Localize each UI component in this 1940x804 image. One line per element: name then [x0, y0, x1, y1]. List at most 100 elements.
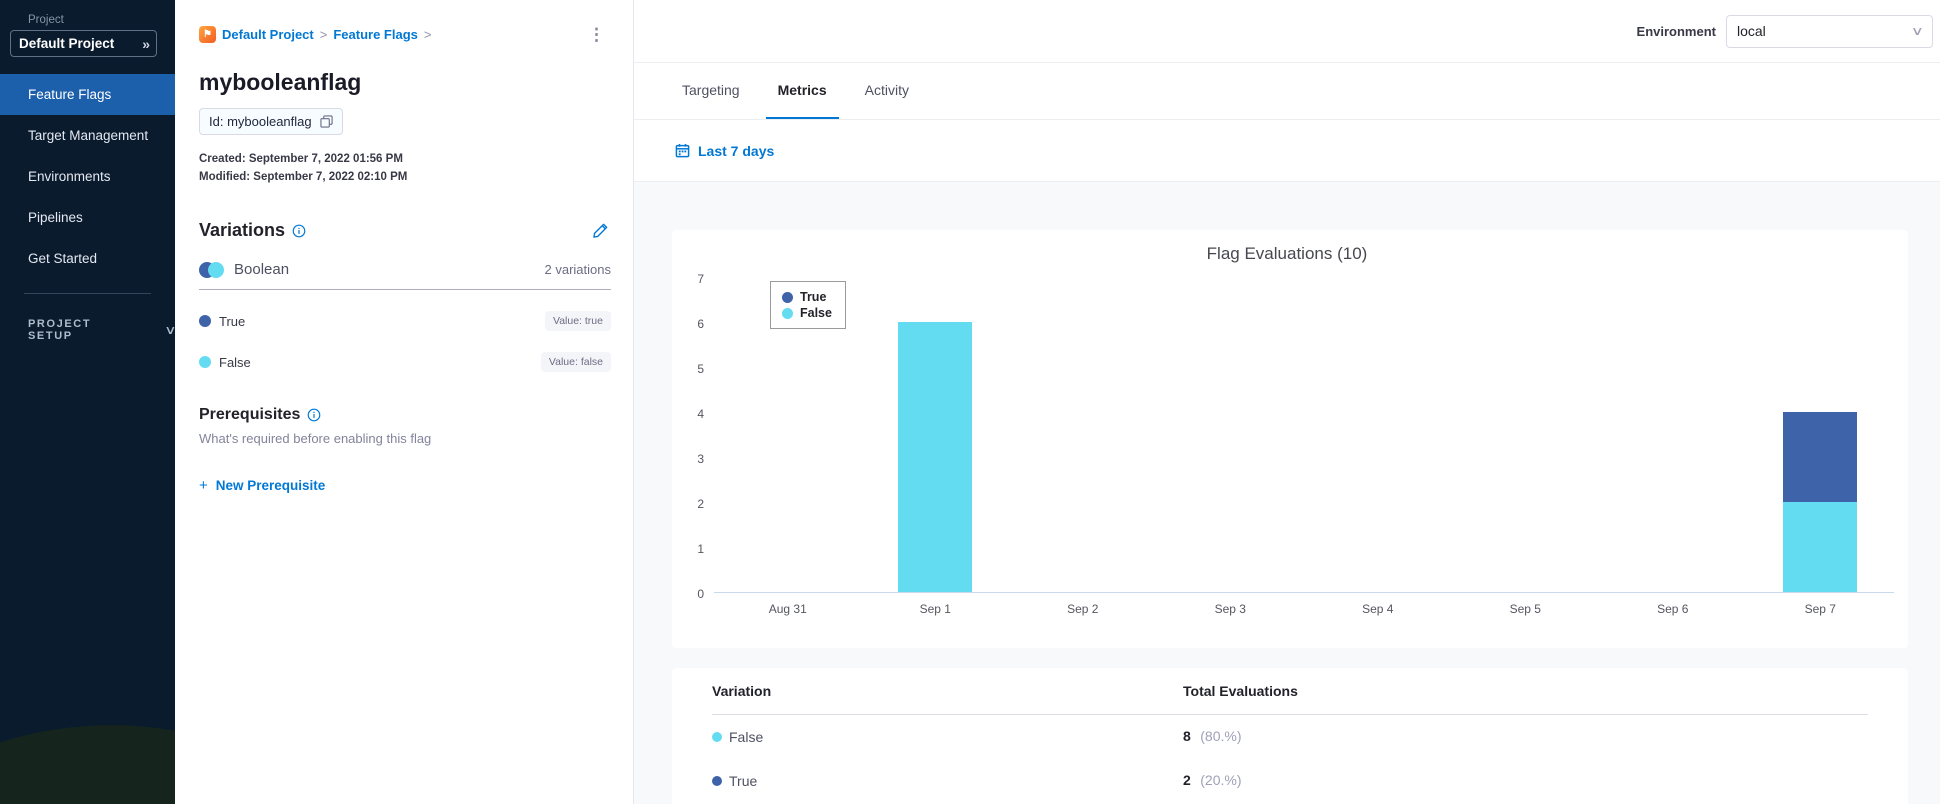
boolean-type-icon: [199, 261, 224, 278]
y-axis-labels: 0 1 2 3 4 5 6 7: [680, 272, 714, 601]
metrics-panel: Environment local ∨ Targeting Metrics Ac…: [634, 0, 1940, 804]
calendar-icon: [675, 143, 690, 158]
evaluation-percent: (20.%): [1200, 772, 1242, 788]
y-axis-tick: 3: [697, 452, 704, 466]
x-axis-labels: Aug 31 Sep 1 Sep 2 Sep 3 Sep 4 Sep 5 Sep 6 Sep …: [714, 593, 1894, 616]
environment-bar: Environment local ∨: [634, 0, 1940, 63]
variation-count: 2 variations: [544, 262, 611, 277]
flag-modified-date: Modified: September 7, 2022 02:10 PM: [199, 171, 408, 183]
legend-entry-false: False: [782, 305, 832, 321]
legend-label: True: [800, 290, 827, 304]
breadcrumb: ⚑ Default Project > Feature Flags >: [199, 26, 582, 43]
variations-heading: Variations: [199, 220, 306, 241]
x-axis-label: Sep 4: [1362, 602, 1394, 616]
x-axis-label: Sep 6: [1657, 602, 1689, 616]
project-setup-toggle[interactable]: PROJECT SETUP ∨: [28, 318, 175, 342]
sidebar-item-target-management[interactable]: Target Management: [0, 115, 175, 156]
variation-name: False: [219, 354, 251, 370]
prerequisites-description: What's required before enabling this fla…: [199, 431, 432, 446]
expand-icon: »: [142, 35, 150, 52]
bar-slot: [1452, 278, 1600, 592]
chart-title: Flag Evaluations (10): [1206, 244, 1368, 263]
info-icon[interactable]: [292, 224, 306, 238]
variations-divider: [199, 289, 611, 290]
legend-label: False: [800, 306, 832, 320]
variation-cell: False: [729, 729, 764, 745]
variation-value-badge: Value: false: [540, 352, 611, 372]
sidebar-item-get-started[interactable]: Get Started: [0, 238, 175, 279]
sidebar-item-environments[interactable]: Environments: [0, 156, 175, 197]
false-dot-icon: [712, 732, 722, 742]
variation-name: True: [219, 313, 246, 329]
variation-type-row: Boolean 2 variations: [199, 261, 611, 278]
feature-flags-module-icon: ⚑: [199, 26, 216, 43]
bar-slot: [862, 278, 1010, 592]
y-axis-tick: 2: [697, 497, 704, 511]
sidebar-item-pipelines[interactable]: Pipelines: [0, 197, 175, 238]
sidebar-nav: Feature Flags Target Management Environm…: [0, 74, 175, 279]
info-icon[interactable]: [307, 408, 321, 422]
variation-cell: True: [729, 773, 758, 789]
copy-icon[interactable]: [319, 115, 333, 128]
new-prerequisite-button[interactable]: + New Prerequisite: [199, 477, 325, 494]
x-axis-label: Sep 3: [1214, 602, 1246, 616]
chevron-down-icon: ∨: [164, 323, 175, 337]
bar-segment-false: [1783, 502, 1858, 592]
breadcrumb-feature-flags[interactable]: Feature Flags: [333, 27, 418, 42]
false-legend-dot-icon: [782, 307, 793, 319]
flag-detail-panel: ⚑ Default Project > Feature Flags > ⋮ my…: [175, 0, 634, 804]
kebab-menu-icon[interactable]: ⋮: [582, 24, 611, 45]
plus-icon: +: [199, 477, 208, 494]
table-row: False 8 (80.%): [712, 715, 1868, 759]
bar-slot: [1304, 278, 1452, 592]
breadcrumb-separator: >: [423, 27, 432, 42]
breadcrumb-default-project[interactable]: Default Project: [222, 27, 314, 42]
sidebar-item-feature-flags[interactable]: Feature Flags: [0, 74, 175, 115]
evaluations-table: Variation Total Evaluations False 8 (80.…: [672, 668, 1908, 804]
prerequisites-heading-text: Prerequisites: [199, 406, 301, 423]
bar-segment-true: [1783, 412, 1858, 502]
false-dot-icon: [199, 356, 211, 368]
date-range-button[interactable]: Last 7 days: [675, 143, 774, 159]
tab-metrics[interactable]: Metrics: [765, 63, 839, 119]
variation-type-label: Boolean: [234, 261, 290, 278]
bar-slot: [1747, 278, 1895, 592]
x-axis-label: Sep 5: [1509, 602, 1541, 616]
metrics-toolbar: Last 7 days: [634, 120, 1940, 182]
flag-title: mybooleanflag: [199, 69, 362, 95]
variation-value-badge: Value: true: [544, 311, 611, 331]
true-dot-icon: [712, 776, 722, 786]
tab-targeting[interactable]: Targeting: [670, 63, 752, 119]
tabs: Targeting Metrics Activity: [634, 63, 1940, 120]
sidebar: Project Default Project » Feature Flags …: [0, 0, 175, 804]
y-axis-tick: 4: [697, 407, 704, 421]
column-header-total-evaluations: Total Evaluations: [1183, 683, 1298, 699]
x-axis-label: Sep 1: [919, 602, 951, 616]
flag-id-badge: Id: mybooleanflag: [199, 108, 343, 135]
bar-slot: [1009, 278, 1157, 592]
project-label: Project: [28, 14, 64, 26]
x-axis-label: Sep 7: [1804, 602, 1836, 616]
chart-legend: True False: [770, 281, 846, 329]
project-selector[interactable]: Default Project »: [10, 30, 157, 57]
prerequisites-heading: Prerequisites: [199, 406, 321, 424]
environment-select[interactable]: local ∨: [1726, 14, 1933, 48]
evaluation-count: 8: [1183, 728, 1191, 744]
environment-label: Environment: [1636, 23, 1716, 39]
x-axis-label: Aug 31: [768, 602, 807, 616]
table-header-row: Variation Total Evaluations: [712, 668, 1868, 715]
column-header-variation: Variation: [712, 683, 772, 699]
bar-slot: [1157, 278, 1305, 592]
evaluation-count: 2: [1183, 772, 1191, 788]
breadcrumb-separator: >: [319, 27, 328, 42]
edit-variations-icon[interactable]: [590, 220, 611, 241]
false-circle: [208, 261, 224, 278]
flag-evaluations-chart: Flag Evaluations (10) 0 1 2 3 4 5 6 7 True Fals…: [672, 230, 1908, 648]
legend-entry-true: True: [782, 289, 832, 305]
y-axis-tick: 5: [697, 362, 704, 376]
sidebar-decoration: [0, 714, 175, 804]
tab-activity[interactable]: Activity: [853, 63, 921, 119]
y-axis-tick: 1: [697, 542, 704, 556]
y-axis-tick: 6: [697, 317, 704, 331]
y-axis-tick: 7: [697, 272, 704, 286]
